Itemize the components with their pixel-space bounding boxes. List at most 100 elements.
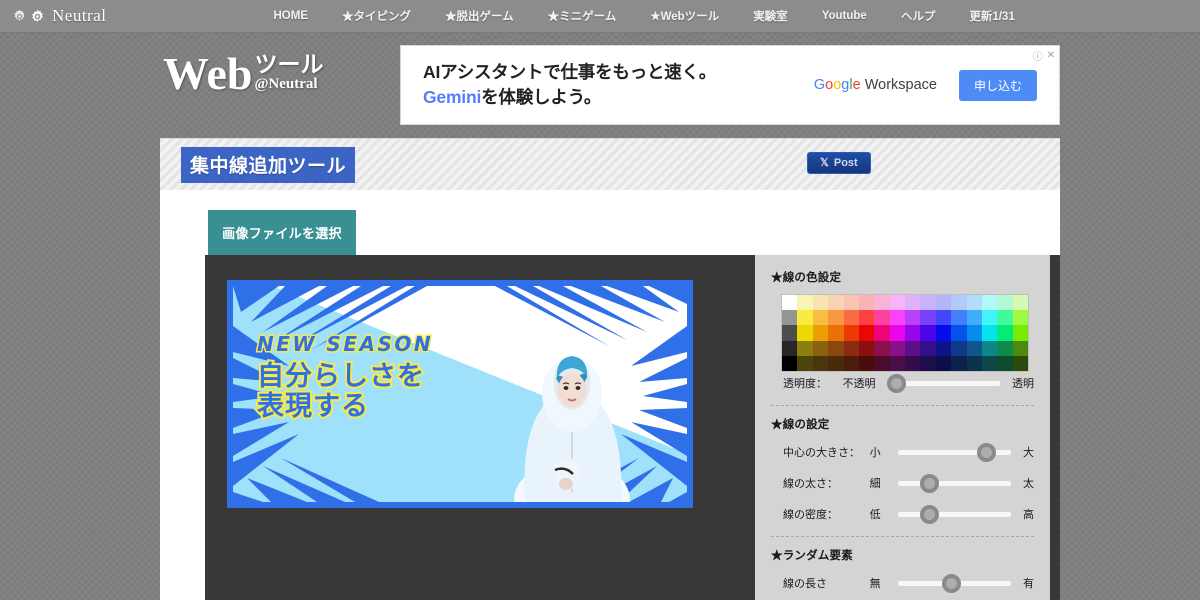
palette-swatch[interactable] — [889, 310, 905, 326]
palette-swatch[interactable] — [874, 355, 890, 372]
line-density-knob[interactable] — [919, 505, 939, 524]
palette-column-3[interactable] — [843, 295, 859, 372]
site-logo[interactable]: Web ツール @Neutral — [163, 51, 323, 97]
palette-swatch[interactable] — [874, 325, 890, 341]
palette-swatch[interactable] — [997, 310, 1013, 326]
palette-swatch[interactable] — [905, 355, 921, 372]
palette-swatch[interactable] — [843, 325, 859, 341]
palette-swatch[interactable] — [782, 295, 798, 311]
palette-swatch[interactable] — [1012, 340, 1028, 356]
nav-link-escape[interactable]: ★脱出ゲーム — [428, 8, 531, 24]
palette-swatch[interactable] — [966, 325, 982, 341]
palette-swatch[interactable] — [889, 325, 905, 341]
line-length-knob[interactable] — [941, 574, 961, 593]
palette-swatch[interactable] — [951, 325, 967, 341]
center-size-knob[interactable] — [976, 443, 996, 462]
palette-column-9[interactable] — [935, 295, 952, 372]
palette-swatch[interactable] — [858, 295, 875, 311]
line-thickness-knob[interactable] — [919, 474, 939, 493]
center-size-slider[interactable] — [897, 441, 1011, 463]
palette-swatch[interactable] — [981, 310, 998, 326]
palette-swatch[interactable] — [905, 340, 921, 356]
palette-swatch[interactable] — [935, 340, 952, 356]
palette-swatch[interactable] — [981, 355, 998, 372]
palette-swatch[interactable] — [981, 340, 998, 356]
palette-swatch[interactable] — [797, 355, 813, 372]
palette-swatch[interactable] — [858, 325, 875, 341]
palette-swatch[interactable] — [905, 310, 921, 326]
palette-swatch[interactable] — [981, 325, 998, 341]
palette-column-1[interactable] — [812, 295, 829, 372]
palette-swatch[interactable] — [828, 355, 844, 372]
nav-link-lab[interactable]: 実験室 — [736, 8, 805, 24]
palette-swatch[interactable] — [920, 355, 936, 372]
select-image-file-button[interactable]: 画像ファイルを選択 — [208, 210, 356, 255]
palette-swatch[interactable] — [843, 340, 859, 356]
palette-swatch[interactable] — [812, 340, 829, 356]
palette-swatch[interactable] — [997, 325, 1013, 341]
palette-swatch[interactable] — [843, 355, 859, 372]
palette-swatch[interactable] — [812, 310, 829, 326]
nav-link-youtube[interactable]: Youtube — [805, 10, 884, 22]
palette-swatch[interactable] — [782, 355, 798, 372]
palette-column-5[interactable] — [874, 295, 890, 372]
advertisement-banner[interactable]: ⓘ ✕ AIアシスタントで仕事をもっと速く。 Geminiを体験しよう。 Goo… — [400, 45, 1060, 125]
palette-swatch[interactable] — [1012, 355, 1028, 372]
palette-swatch[interactable] — [874, 295, 890, 311]
palette-swatch[interactable] — [966, 340, 982, 356]
palette-swatch[interactable] — [920, 310, 936, 326]
palette-column-10[interactable] — [951, 295, 967, 372]
palette-swatch[interactable] — [935, 295, 952, 311]
palette-swatch[interactable] — [951, 295, 967, 311]
close-icon[interactable]: ✕ — [1047, 50, 1055, 61]
palette-swatch[interactable] — [951, 310, 967, 326]
site-brand[interactable]: Neutral — [12, 6, 106, 26]
image-preview[interactable]: NEW SEASON 自分らしさを 表現する — [227, 280, 693, 508]
palette-swatch[interactable] — [1012, 325, 1028, 341]
palette-column-4[interactable] — [858, 295, 875, 372]
palette-swatch[interactable] — [828, 340, 844, 356]
palette-swatch[interactable] — [920, 340, 936, 356]
palette-swatch[interactable] — [812, 295, 829, 311]
palette-swatch[interactable] — [997, 355, 1013, 372]
palette-swatch[interactable] — [1012, 295, 1028, 311]
nav-link-typing[interactable]: ★タイピング — [325, 8, 428, 24]
palette-swatch[interactable] — [797, 310, 813, 326]
palette-swatch[interactable] — [920, 325, 936, 341]
palette-swatch[interactable] — [966, 295, 982, 311]
palette-swatch[interactable] — [828, 295, 844, 311]
palette-swatch[interactable] — [905, 295, 921, 311]
palette-swatch[interactable] — [920, 295, 936, 311]
nav-link-help[interactable]: ヘルプ — [884, 8, 953, 24]
x-post-button[interactable]: 𝕏 Post — [807, 152, 871, 174]
line-thickness-slider[interactable] — [897, 472, 1011, 494]
palette-swatch[interactable] — [874, 310, 890, 326]
ad-cta-button[interactable]: 申し込む — [958, 69, 1037, 101]
palette-swatch[interactable] — [951, 340, 967, 356]
palette-swatch[interactable] — [997, 295, 1013, 311]
palette-column-6[interactable] — [889, 295, 905, 372]
palette-swatch[interactable] — [858, 310, 875, 326]
palette-swatch[interactable] — [981, 295, 998, 311]
palette-swatch[interactable] — [966, 355, 982, 372]
info-icon[interactable]: ⓘ — [1033, 48, 1043, 63]
palette-column-8[interactable] — [920, 295, 936, 372]
palette-swatch[interactable] — [889, 295, 905, 311]
palette-swatch[interactable] — [935, 325, 952, 341]
nav-link-home[interactable]: HOME — [256, 10, 325, 22]
palette-column-13[interactable] — [997, 295, 1013, 372]
palette-swatch[interactable] — [858, 355, 875, 372]
palette-swatch[interactable] — [935, 355, 952, 372]
palette-swatch[interactable] — [874, 340, 890, 356]
nav-link-minigame[interactable]: ★ミニゲーム — [531, 8, 634, 24]
palette-column-7[interactable] — [905, 295, 921, 372]
palette-swatch[interactable] — [782, 310, 798, 326]
palette-swatch[interactable] — [889, 355, 905, 372]
line-length-slider[interactable] — [897, 572, 1011, 594]
palette-swatch[interactable] — [812, 325, 829, 341]
palette-swatch[interactable] — [797, 340, 813, 356]
palette-column-2[interactable] — [828, 295, 844, 372]
color-palette-grid[interactable] — [781, 294, 1029, 372]
palette-swatch[interactable] — [812, 355, 829, 372]
palette-swatch[interactable] — [782, 325, 798, 341]
